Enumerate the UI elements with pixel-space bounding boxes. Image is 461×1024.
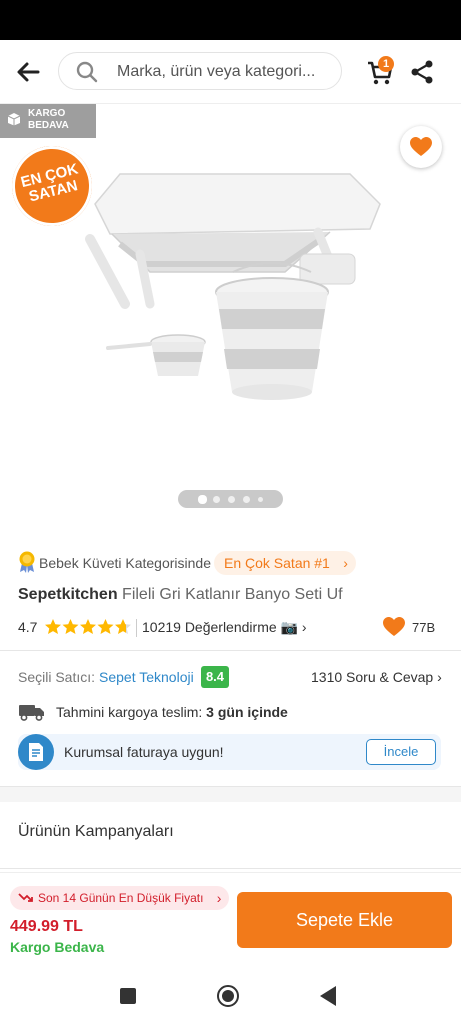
heart-icon — [383, 617, 405, 636]
shipping-text: Tahmini kargoya teslim: 3 gün içinde — [56, 704, 288, 720]
free-shipping-label: Kargo Bedava — [10, 939, 105, 955]
invoice-icon-badge — [18, 734, 54, 770]
reviews-link[interactable]: 10219 Değerlendirme 📷 › — [142, 619, 307, 636]
favorite-button[interactable] — [400, 126, 442, 168]
corporate-invoice-box: Kurumsal faturaya uygun! İncele — [18, 734, 441, 770]
seller-score-badge: 8.4 — [201, 666, 229, 688]
star-icon — [97, 619, 114, 634]
document-icon — [29, 743, 43, 761]
seller-row: Seçili Satıcı: Sepet Teknoloji 8.4 1310 … — [18, 665, 443, 689]
share-icon — [411, 60, 433, 84]
questions-answers-link[interactable]: 1310 Soru & Cevap › — [311, 669, 442, 685]
section-divider — [0, 650, 461, 651]
product-price: 449.99 TL — [10, 918, 83, 935]
rating-row: 4.7 10219 Değerlendirme 📷 › 77B — [18, 617, 448, 639]
product-image-carousel[interactable]: KARGO BEDAVA EN ÇOK SATAN — [0, 104, 461, 524]
rating-stars — [45, 619, 131, 634]
reviews-count: 10219 Değerlendirme — [142, 619, 277, 635]
bestseller-rank-label: En Çok Satan #1 — [224, 555, 330, 571]
back-button[interactable] — [12, 56, 44, 88]
inspect-button[interactable]: İncele — [366, 739, 436, 765]
home-button[interactable] — [217, 985, 239, 1007]
camera-icon: 📷 — [280, 619, 298, 635]
section-divider — [0, 868, 461, 869]
carousel-dot — [258, 496, 263, 502]
chevron-right-icon: › — [343, 555, 348, 571]
carousel-indicator — [178, 490, 283, 508]
seller-name-link[interactable]: Sepet Teknoloji — [99, 669, 194, 685]
product-name: Fileli Gri Katlanır Banyo Seti Uf — [122, 586, 343, 603]
share-button[interactable] — [408, 58, 436, 86]
shipping-label: Tahmini kargoya teslim: — [56, 704, 203, 720]
carousel-dot — [198, 494, 207, 504]
qa-label: 1310 Soru & Cevap — [311, 669, 434, 685]
shipping-days: 3 gün içinde — [206, 704, 288, 720]
star-icon — [45, 619, 61, 634]
chevron-right-icon: › — [216, 890, 222, 906]
carousel-dot — [243, 495, 250, 503]
star-icon — [115, 619, 131, 634]
medal-icon — [19, 551, 35, 573]
lowest-price-badge[interactable]: Son 14 Günün En Düşük Fiyatı › — [10, 886, 230, 910]
seller-label: Seçili Satıcı: — [18, 669, 96, 685]
shipping-row: Tahmini kargoya teslim: 3 gün içinde — [18, 701, 443, 723]
carousel-dot — [228, 495, 235, 503]
lowest-price-text: Son 14 Günün En Düşük Fiyatı — [38, 891, 204, 905]
status-bar — [0, 0, 461, 40]
truck-icon — [19, 705, 44, 721]
search-icon — [76, 61, 98, 83]
bottom-purchase-bar: Son 14 Günün En Düşük Fiyatı › 449.99 TL… — [0, 872, 461, 968]
system-back-button[interactable] — [320, 986, 336, 1006]
top-bar: Marka, ürün veya kategori... 1 — [0, 40, 461, 104]
star-icon — [80, 619, 96, 634]
product-photo — [85, 173, 381, 400]
chevron-right-icon: › — [301, 619, 307, 635]
chevron-right-icon: › — [437, 669, 442, 685]
product-title: Sepetkitchen Fileli Gri Katlanır Banyo S… — [18, 586, 343, 604]
carousel-dot — [213, 495, 220, 503]
cart-count-badge: 1 — [378, 56, 394, 72]
add-to-cart-button[interactable]: Sepete Ekle — [237, 892, 452, 948]
likes-value: 77B — [412, 620, 436, 635]
arrow-left-icon — [17, 62, 40, 82]
bestseller-rank-link[interactable]: En Çok Satan #1 › — [214, 551, 356, 575]
recents-button[interactable] — [120, 988, 136, 1004]
star-icon — [62, 619, 79, 634]
section-gap — [0, 786, 461, 802]
divider — [136, 619, 137, 637]
corporate-invoice-text: Kurumsal faturaya uygun! — [64, 744, 224, 760]
trend-down-icon — [18, 893, 33, 902]
category-text: Bebek Küveti Kategorisinde — [39, 555, 211, 571]
campaigns-title: Ürünün Kampanyaları — [18, 823, 174, 840]
category-row: Bebek Küveti Kategorisinde En Çok Satan … — [18, 551, 448, 575]
product-brand[interactable]: Sepetkitchen — [18, 586, 118, 603]
system-nav-bar — [0, 968, 461, 1024]
search-input[interactable]: Marka, ürün veya kategori... — [58, 52, 342, 90]
rating-value: 4.7 — [18, 619, 38, 635]
search-placeholder: Marka, ürün veya kategori... — [117, 63, 316, 80]
heart-icon — [410, 137, 432, 156]
